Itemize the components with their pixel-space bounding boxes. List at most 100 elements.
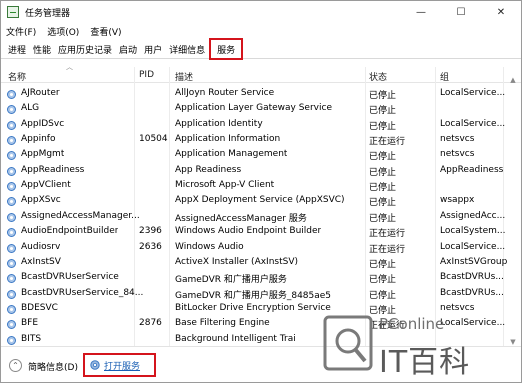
cell-name: AppMgmt <box>21 149 65 160</box>
cell-name: AppIDSvc <box>21 118 65 129</box>
cell-name: AppXSvc <box>21 195 61 206</box>
cell-desc: ActiveX Installer (AxInstSV) <box>175 256 299 267</box>
tab-app-history[interactable]: 应用历史记录 <box>55 40 115 58</box>
table-row[interactable]: Audiosrv 2636 Windows Audio 正在运行 LocalServic… <box>1 241 521 256</box>
cell-desc: AppX Deployment Service (AppXSVC) <box>175 195 345 206</box>
service-gear-icon <box>7 289 16 299</box>
cell-name: BcastDVRUserService_84... <box>21 287 144 298</box>
cell-status: 已停止 <box>369 183 397 194</box>
cell-desc: Microsoft App-V Client <box>175 180 275 191</box>
cell-name: BDESVC <box>21 302 58 313</box>
open-services-link[interactable]: 打开服务 <box>104 359 140 372</box>
pconline-logo-icon <box>323 315 373 371</box>
cell-name: AppVClient <box>21 180 71 191</box>
table-row[interactable]: ALG Application Layer Gateway Service 已停止 <box>1 102 521 117</box>
menu-options[interactable]: 选项(O) <box>47 25 79 38</box>
tab-processes[interactable]: 进程 <box>5 40 29 58</box>
cell-status: 已停止 <box>369 167 397 178</box>
tab-startup[interactable]: 启动 <box>116 40 140 58</box>
column-header-pid[interactable]: PID <box>139 70 154 80</box>
column-header-name[interactable]: 名称 <box>8 70 26 83</box>
tab-bar: 进程 性能 应用历史记录 启动 用户 详细信息 服务 <box>1 38 521 60</box>
cell-status: 已停止 <box>369 290 397 301</box>
cell-status: 已停止 <box>369 213 397 224</box>
cell-name: BITS <box>21 333 42 344</box>
service-gear-icon <box>7 304 16 314</box>
cell-group: LocalService... <box>440 241 506 252</box>
close-button[interactable]: ✕ <box>481 1 521 23</box>
cell-group: netsvcs <box>440 149 475 160</box>
table-row[interactable]: BcastDVRUserService GameDVR 和广播用户服务 已停止 Bca… <box>1 271 521 286</box>
cell-status: 已停止 <box>369 152 397 163</box>
pconline-watermark: PConline IT百科 <box>321 311 511 381</box>
tab-services[interactable]: 服务 <box>209 38 244 60</box>
tab-performance[interactable]: 性能 <box>30 40 54 58</box>
tab-details[interactable]: 详细信息 <box>166 40 208 58</box>
table-row[interactable]: Appinfo 10504 Application Information 正在运行 n… <box>1 133 521 148</box>
cell-status: 已停止 <box>369 91 397 101</box>
cell-name: AssignedAccessManager... <box>21 210 140 221</box>
cell-group: AxInstSVGroup <box>440 256 508 267</box>
cell-status: 已停止 <box>369 106 397 117</box>
table-row[interactable]: AppXSvc AppX Deployment Service (AppXSVC)… <box>1 194 521 209</box>
service-gear-icon <box>7 320 16 330</box>
menu-file[interactable]: 文件(F) <box>6 25 36 38</box>
table-row[interactable]: AudioEndpointBuilder 2396 Windows Audio En… <box>1 225 521 240</box>
menu-view[interactable]: 查看(V) <box>90 25 121 38</box>
column-header-description[interactable]: 描述 <box>175 70 193 83</box>
service-gear-icon <box>7 120 16 130</box>
table-row[interactable]: AppIDSvc Application Identity 已停止 LocalServ… <box>1 118 521 133</box>
cell-status: 已停止 <box>369 275 397 286</box>
minimize-button[interactable]: — <box>401 1 441 23</box>
cell-desc: Windows Audio <box>175 241 244 252</box>
cell-desc: AllJoyn Router Service <box>175 88 275 98</box>
service-gear-icon <box>7 166 16 176</box>
table-row[interactable]: AJRouter AllJoyn Router Service 已停止 LocalSe… <box>1 87 521 102</box>
cell-desc: Application Information <box>175 134 281 145</box>
collapse-icon[interactable]: ⌃ <box>9 359 22 372</box>
cell-group: wsappx <box>440 195 475 206</box>
menu-bar: 文件(F) 选项(O) 查看(V) <box>1 23 521 39</box>
cell-group: netsvcs <box>440 134 475 145</box>
vertical-scrollbar[interactable]: ▲ ▼ <box>506 76 520 346</box>
cell-group: AssignedAcc... <box>440 210 506 221</box>
service-gear-icon <box>7 90 16 99</box>
cell-status: 已停止 <box>369 198 397 209</box>
table-row[interactable]: AssignedAccessManager... AssignedAccessMa… <box>1 210 521 225</box>
brief-info-toggle[interactable]: 简略信息(D) <box>28 360 78 373</box>
table-row[interactable]: AppMgmt Application Management 已停止 netsvcs <box>1 148 521 163</box>
maximize-button[interactable]: ☐ <box>441 1 481 23</box>
cell-desc: AssignedAccessManager 服务 <box>175 213 307 224</box>
cell-name: AppReadiness <box>21 164 85 175</box>
column-header-status[interactable]: 状态 <box>369 70 387 83</box>
scroll-up-icon[interactable]: ▲ <box>508 76 518 84</box>
cell-name: ALG <box>21 103 40 114</box>
cell-pid: 10504 <box>139 134 168 145</box>
cell-name: AxInstSV <box>21 256 61 267</box>
service-gear-icon <box>7 258 16 268</box>
table-row[interactable]: AppReadiness App Readiness 已停止 AppReadiness <box>1 164 521 179</box>
cell-desc: Base Filtering Engine <box>175 318 270 329</box>
service-gear-icon <box>7 212 16 222</box>
service-gear-icon <box>7 136 16 146</box>
window-title: 任务管理器 <box>25 8 71 19</box>
cell-status: 已停止 <box>369 121 397 132</box>
services-table: ︿ 名称 PID 描述 状态 组 AJRouter AllJoyn Router … <box>1 59 521 346</box>
cell-pid: 2876 <box>139 318 162 329</box>
watermark-brand: PConline <box>379 315 445 333</box>
cell-desc: GameDVR 和广播用户服务_8485ae5 <box>175 290 332 301</box>
open-services-button[interactable]: 打开服务 <box>83 353 156 377</box>
service-gear-icon <box>7 335 16 345</box>
watermark-title: IT百科 <box>379 345 471 380</box>
cell-desc: BitLocker Drive Encryption Service <box>175 302 331 313</box>
tab-users[interactable]: 用户 <box>141 40 165 58</box>
cell-desc: Windows Audio Endpoint Builder <box>175 226 322 237</box>
service-gear-icon <box>7 274 16 284</box>
service-gear-icon <box>7 151 16 161</box>
table-row[interactable]: AxInstSV ActiveX Installer (AxInstSV) 已停止 A… <box>1 256 521 271</box>
service-gear-icon <box>7 197 16 207</box>
cell-name: Audiosrv <box>21 241 61 252</box>
column-header-group[interactable]: 组 <box>440 70 449 83</box>
table-row[interactable]: BcastDVRUserService_84... GameDVR 和广播用户服务… <box>1 287 521 302</box>
table-row[interactable]: AppVClient Microsoft App-V Client 已停止 <box>1 179 521 194</box>
